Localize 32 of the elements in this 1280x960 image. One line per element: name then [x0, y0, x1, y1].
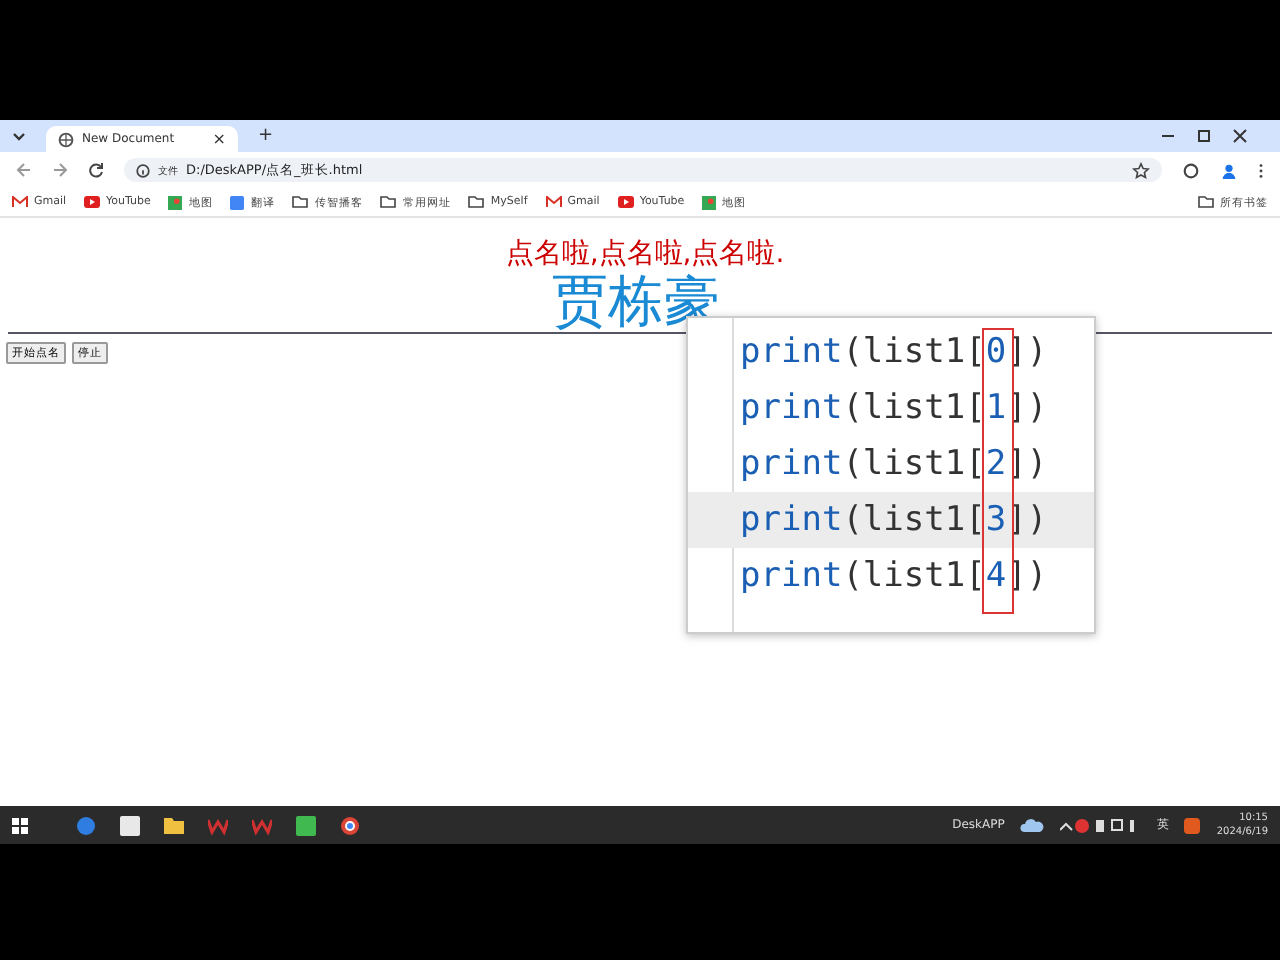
caret-icon[interactable] — [12, 131, 26, 141]
menu-icon[interactable] — [1258, 161, 1264, 179]
code-line: print(list1[0]) — [738, 330, 1050, 376]
play-icon — [617, 196, 634, 208]
profile-icon[interactable] — [1220, 161, 1238, 179]
star-icon[interactable] — [1132, 161, 1150, 179]
folder-icon — [468, 196, 485, 208]
close-icon[interactable] — [1232, 128, 1248, 144]
folder-icon — [292, 196, 309, 208]
page-heading: 点名啦,点名啦,点名啦. — [503, 236, 787, 272]
folder-icon — [380, 196, 397, 208]
play-icon — [84, 196, 101, 208]
code-line: print(list1[4]) — [738, 554, 1050, 600]
taskbar-app-icon[interactable] — [340, 815, 360, 835]
code-line: print(list1[2]) — [738, 442, 1050, 488]
code-line: print(list1[1]) — [738, 386, 1050, 432]
new-tab-button[interactable]: + — [258, 126, 274, 146]
windows-start-icon[interactable] — [12, 817, 28, 833]
cloud-icon[interactable] — [1020, 816, 1045, 834]
envelope-icon — [545, 196, 562, 208]
envelope-icon — [12, 196, 28, 208]
app-tray-icon[interactable] — [1184, 817, 1201, 833]
reload-icon[interactable] — [88, 162, 104, 178]
globe-icon — [58, 131, 74, 147]
info-icon — [136, 163, 150, 177]
forward-arrow-icon[interactable] — [52, 162, 68, 178]
taskbar-app-icon[interactable] — [164, 815, 184, 835]
folder-icon — [1198, 196, 1214, 208]
taskbar-app-icon[interactable] — [120, 815, 140, 835]
maximize-icon[interactable] — [1196, 128, 1212, 144]
tab-close-button[interactable]: × — [212, 130, 226, 148]
back-arrow-icon[interactable] — [16, 162, 32, 178]
